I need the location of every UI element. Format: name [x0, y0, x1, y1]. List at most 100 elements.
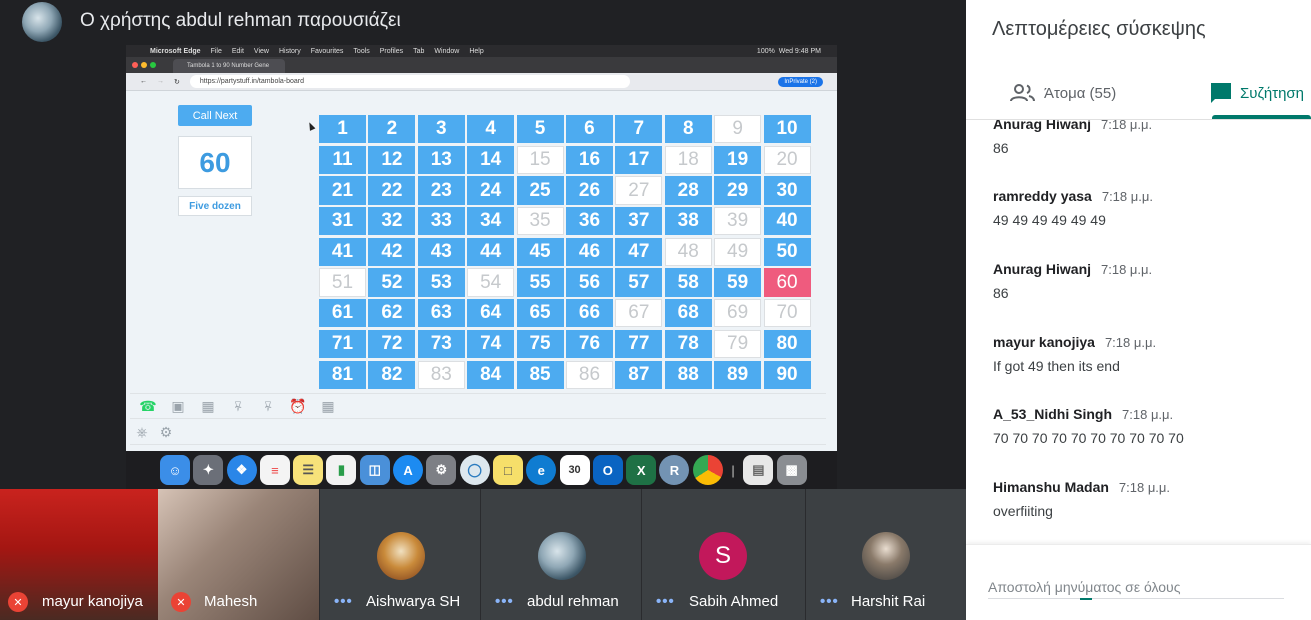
speaking-dots-icon: •••: [820, 593, 839, 610]
presenter-avatar: [22, 2, 62, 42]
board-cell: 18: [664, 145, 712, 174]
browser-tab: Tambola 1 to 90 Number Gene: [173, 59, 285, 73]
address-bar: ← → ↻ https://partystuff.in/tambola-boar…: [126, 73, 837, 91]
participant-tile[interactable]: ••• abdul rehman: [480, 489, 641, 620]
chat-message-input[interactable]: [988, 575, 1284, 599]
url-field: https://partystuff.in/tambola-board: [189, 75, 630, 88]
board-cell: 81: [319, 360, 366, 389]
chrome-icon: [692, 455, 723, 485]
message-text: overfiiting: [993, 503, 1053, 519]
board-cell: 74: [467, 329, 515, 359]
menu-item: Edit: [231, 47, 244, 55]
message-text: 86: [993, 140, 1009, 156]
board-cell: 68: [664, 299, 712, 328]
tab-people[interactable]: Άτομα (55): [1010, 82, 1116, 104]
speaking-dots-icon: •••: [334, 593, 353, 610]
chat-messages[interactable]: Anurag Hiwanj 7:18 μ.μ. 86 ramreddy yasa 7…: [966, 120, 1311, 544]
gamepad-icon: ⎈: [136, 424, 148, 440]
calendar-icon: 30: [559, 455, 590, 485]
presenter-title: Ο χρήστης abdul rehman παρουσιάζει: [80, 10, 401, 31]
call-next-button: Call Next: [178, 105, 252, 126]
board-cell: 54: [467, 268, 515, 297]
board-cell: 21: [319, 176, 366, 205]
keynote-icon: ◫: [359, 455, 390, 485]
menu-item: Microsoft Edge: [150, 47, 201, 55]
tab-chat[interactable]: Συζήτηση: [1210, 82, 1304, 104]
chat-message: A_53_Nidhi Singh 7:18 μ.μ. 70 70 70 70 70…: [993, 406, 1184, 446]
menu-item: Help: [469, 47, 484, 55]
board-cell: 19: [714, 145, 762, 174]
board-cell: 16: [565, 145, 613, 174]
board-cell: 75: [516, 329, 564, 359]
board-cell: 8: [664, 115, 712, 144]
participant-name: Harshit Rai: [851, 593, 926, 610]
chat-compose: [966, 544, 1311, 620]
board-cell: 41: [319, 237, 366, 267]
board-cell: 7: [615, 115, 663, 144]
current-number-words: Five dozen: [178, 196, 252, 216]
outlook-icon: O: [592, 455, 623, 485]
board-cell: 56: [565, 268, 613, 297]
current-number: 60: [178, 136, 252, 189]
board-cell: 4: [467, 115, 515, 144]
board-cell: 39: [714, 207, 762, 236]
message-sender: Anurag Hiwanj: [993, 120, 1092, 132]
participant-tile[interactable]: ✕ mayur kanojiya: [0, 489, 158, 620]
board-cell: 11: [319, 145, 366, 174]
ticket-camera-icon: ▣: [171, 397, 185, 414]
board-cell: 45: [516, 237, 564, 267]
board-cell: 9: [714, 115, 762, 144]
board-cell: 62: [368, 299, 416, 328]
participant-tile[interactable]: ••• Harshit Rai: [805, 489, 966, 620]
board-cell: 37: [615, 207, 663, 236]
participant-name: Sabih Ahmed: [689, 593, 779, 610]
document-icon: ▤: [743, 455, 774, 485]
participant-name: mayur kanojiya: [42, 593, 143, 610]
forward-icon: →: [157, 78, 164, 85]
board-cell: 78: [664, 329, 712, 359]
inprivate-badge: InPrivate (2): [778, 76, 823, 87]
board-cell: 22: [368, 176, 416, 205]
excel-icon: X: [626, 455, 657, 485]
board-cell: 59: [714, 268, 762, 297]
board-cell: 73: [417, 329, 465, 359]
r-app-icon: R: [659, 455, 690, 485]
menu-item: Window: [434, 47, 460, 55]
board-cell: 5: [516, 115, 564, 144]
message-time: 7:18 μ.μ.: [1122, 407, 1174, 422]
reminders-icon: ≡: [259, 455, 290, 485]
message-text: 70 70 70 70 70 70 70 70 70 70: [993, 430, 1184, 446]
participant-avatar: [862, 532, 910, 580]
presentation-stage: Ο χρήστης abdul rehman παρουσιάζει Micro…: [0, 0, 966, 620]
participant-tile[interactable]: ••• Aishwarya SH: [319, 489, 480, 620]
board-cell: 27: [615, 176, 663, 205]
notes-icon: ☰: [293, 455, 324, 485]
board-cell: 86: [565, 360, 613, 389]
mic-off-icon: ✕: [8, 592, 28, 612]
calculator-icon: ▦: [321, 397, 335, 414]
message-time: 7:18 μ.μ.: [1101, 120, 1153, 132]
whatsapp-icon: ☎: [139, 397, 157, 414]
participant-tile[interactable]: ✕ Mahesh: [158, 489, 319, 620]
board-cell: 1: [319, 115, 366, 144]
board-cell: 67: [615, 299, 663, 328]
minimize-window-icon: [141, 62, 147, 68]
participant-tile[interactable]: S ••• Sabih Ahmed: [641, 489, 805, 620]
panel-title: Λεπτομέρειες σύσκεψης: [992, 18, 1206, 40]
back-icon: ←: [140, 78, 147, 85]
board-cell: 24: [467, 176, 515, 205]
board-cell: 2: [368, 115, 416, 144]
board-cell: 44: [467, 237, 515, 267]
people-icon: [1010, 84, 1035, 102]
board-cell: 61: [319, 299, 366, 328]
participant-avatar: [538, 532, 586, 580]
board-cell: 53: [417, 268, 465, 297]
board-cell: 29: [714, 176, 762, 205]
board-cell: 52: [368, 268, 416, 297]
safari-icon: ❖: [226, 455, 257, 485]
menu-item: Tools: [353, 47, 370, 55]
board-cell: 87: [615, 360, 663, 389]
speaking-dots-icon: •••: [495, 593, 514, 610]
meeting-details-panel: Λεπτομέρειες σύσκεψης Άτομα (55) Συζήτησ…: [966, 0, 1311, 620]
chat-message: Himanshu Madan 7:18 μ.μ. overfiiting: [993, 479, 1170, 519]
